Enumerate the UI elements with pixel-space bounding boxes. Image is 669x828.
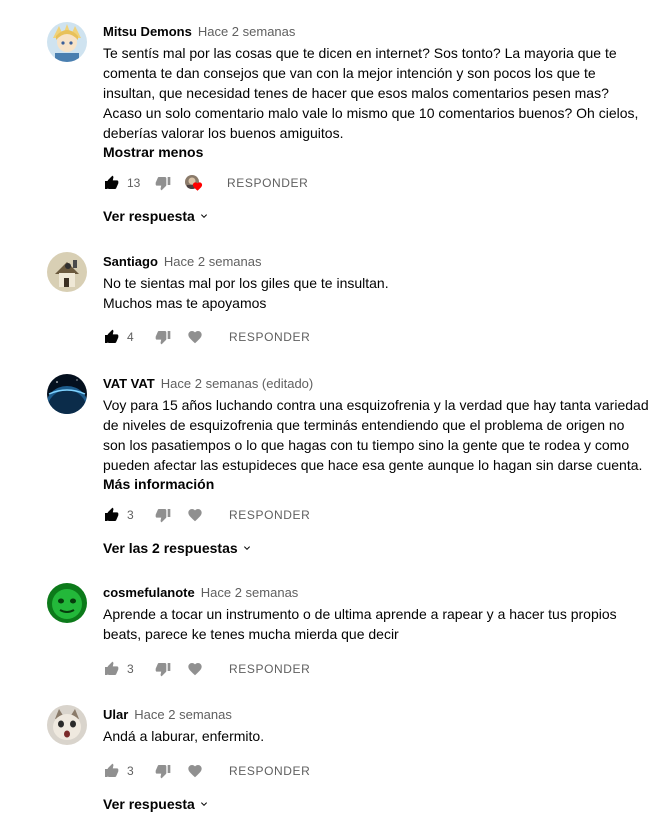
view-replies-label: Ver respuesta bbox=[103, 796, 195, 812]
reply-button[interactable]: RESPONDER bbox=[229, 330, 310, 344]
like-icon[interactable] bbox=[103, 175, 119, 191]
heart-icon[interactable] bbox=[187, 661, 203, 677]
reply-button[interactable]: RESPONDER bbox=[229, 508, 310, 522]
view-replies-label: Ver respuesta bbox=[103, 208, 195, 224]
comment-text: Voy para 15 años luchando contra una esq… bbox=[103, 397, 649, 473]
comment-author[interactable]: Mitsu Demons bbox=[103, 24, 192, 39]
green-face-avatar-icon[interactable] bbox=[47, 583, 87, 623]
heart-icon[interactable] bbox=[187, 329, 203, 345]
like-count: 13 bbox=[127, 176, 141, 190]
comment-author[interactable]: Ular bbox=[103, 707, 128, 722]
comment-text: Andá a laburar, enfermito. bbox=[103, 728, 265, 744]
comment-time[interactable]: Hace 2 semanas bbox=[134, 707, 232, 722]
like-icon[interactable] bbox=[103, 661, 119, 677]
show-less-link[interactable]: Mostrar menos bbox=[103, 143, 655, 161]
chevron-down-icon bbox=[241, 542, 253, 554]
view-replies-button[interactable]: Ver respuesta bbox=[103, 208, 210, 224]
like-icon[interactable] bbox=[103, 507, 119, 523]
dislike-icon[interactable] bbox=[155, 661, 171, 677]
like-icon[interactable] bbox=[103, 763, 119, 779]
reply-button[interactable]: RESPONDER bbox=[229, 662, 310, 676]
comment-time[interactable]: Hace 2 semanas bbox=[198, 24, 296, 39]
view-replies-button[interactable]: Ver las 2 respuestas bbox=[103, 540, 253, 556]
comment-author[interactable]: cosmefulanote bbox=[103, 585, 195, 600]
dislike-icon[interactable] bbox=[155, 763, 171, 779]
creator-heart-icon bbox=[185, 175, 201, 191]
cat-avatar-icon[interactable] bbox=[47, 705, 87, 745]
comment-author[interactable]: Santiago bbox=[103, 254, 158, 269]
house-avatar-icon[interactable] bbox=[47, 252, 87, 292]
heart-icon[interactable] bbox=[187, 763, 203, 779]
dislike-icon[interactable] bbox=[155, 507, 171, 523]
comment-text: Aprende a tocar un instrumento o de ulti… bbox=[103, 606, 617, 642]
comment-time[interactable]: Hace 2 semanas (editado) bbox=[161, 376, 313, 391]
read-more-link[interactable]: Más información bbox=[103, 475, 655, 493]
heart-icon[interactable] bbox=[187, 507, 203, 523]
comment-text: No te sientas mal por los giles que te i… bbox=[103, 275, 389, 311]
reply-button[interactable]: RESPONDER bbox=[229, 764, 310, 778]
dislike-icon[interactable] bbox=[155, 329, 171, 345]
view-replies-button[interactable]: Ver respuesta bbox=[103, 796, 210, 812]
comment-time[interactable]: Hace 2 semanas bbox=[201, 585, 299, 600]
like-count: 3 bbox=[127, 764, 134, 778]
reply-button[interactable]: RESPONDER bbox=[227, 176, 308, 190]
like-icon[interactable] bbox=[103, 329, 119, 345]
like-count: 3 bbox=[127, 662, 134, 676]
comment-text: Te sentís mal por las cosas que te dicen… bbox=[103, 45, 639, 141]
chevron-down-icon bbox=[198, 210, 210, 222]
view-replies-label: Ver las 2 respuestas bbox=[103, 540, 238, 556]
chevron-down-icon bbox=[198, 798, 210, 810]
like-count: 4 bbox=[127, 330, 134, 344]
comment-time[interactable]: Hace 2 semanas bbox=[164, 254, 262, 269]
comment-author[interactable]: VAT VAT bbox=[103, 376, 155, 391]
like-count: 3 bbox=[127, 508, 134, 522]
anime-avatar-icon[interactable] bbox=[47, 22, 87, 62]
planet-avatar-icon[interactable] bbox=[47, 374, 87, 414]
dislike-icon[interactable] bbox=[155, 175, 171, 191]
